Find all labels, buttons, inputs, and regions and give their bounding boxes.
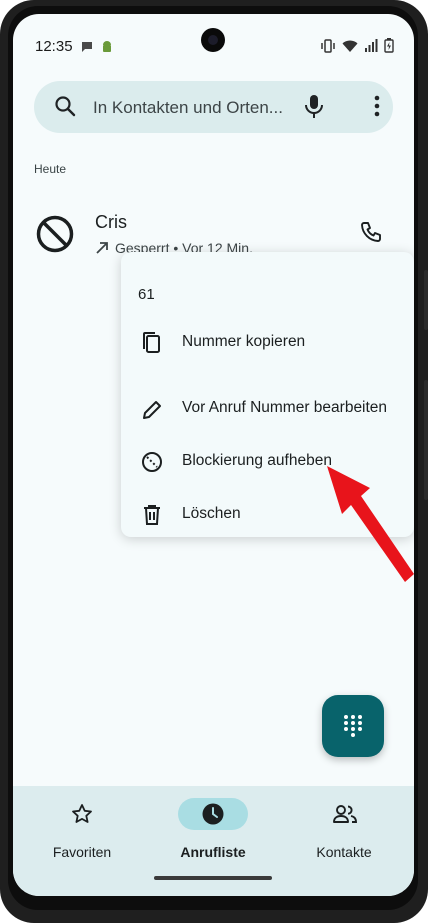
copy-icon xyxy=(143,332,160,353)
status-time: 12:35 xyxy=(35,38,73,55)
menu-item-copy-number[interactable]: Nummer kopieren xyxy=(121,318,414,368)
unblock-icon xyxy=(142,452,162,472)
nav-icon-container xyxy=(178,798,248,830)
nav-favorites[interactable]: Favoriten xyxy=(27,798,137,878)
nav-contacts[interactable]: Kontakte xyxy=(289,798,399,878)
power-button xyxy=(424,380,428,500)
menu-item-label: Nummer kopieren xyxy=(182,333,306,350)
dialpad-icon xyxy=(344,715,362,737)
nav-label: Favoriten xyxy=(52,844,112,860)
star-icon xyxy=(72,804,92,823)
search-bar[interactable] xyxy=(34,81,393,133)
battery-icon xyxy=(384,38,394,53)
people-icon xyxy=(333,805,357,823)
more-vert-icon[interactable] xyxy=(374,95,380,117)
chat-bubble-icon xyxy=(82,42,92,52)
phone-frame: 12:35 In Kontakten und Orten... Heute Cr… xyxy=(0,0,428,923)
search-icon[interactable] xyxy=(54,95,76,117)
dialpad-button[interactable] xyxy=(322,695,384,757)
search-input[interactable] xyxy=(91,94,305,122)
menu-item-label: Blockierung aufheben xyxy=(182,452,332,469)
front-camera xyxy=(201,28,225,52)
wifi-icon xyxy=(342,40,358,52)
pencil-icon xyxy=(143,401,161,419)
nav-label: Kontakte xyxy=(316,844,372,860)
blocked-icon xyxy=(36,215,74,253)
status-icons-left xyxy=(80,40,114,54)
red-arrow-annotation xyxy=(327,466,414,582)
android-icon xyxy=(103,41,111,52)
clock-icon xyxy=(202,803,224,825)
nav-icon-container xyxy=(47,798,117,830)
volume-button xyxy=(424,270,428,330)
mic-icon[interactable] xyxy=(304,94,324,120)
trash-icon xyxy=(144,505,160,525)
caller-name: Cris xyxy=(95,212,127,232)
status-icons-right xyxy=(320,38,394,53)
screen: 12:35 In Kontakten und Orten... Heute Cr… xyxy=(13,14,414,896)
home-indicator[interactable] xyxy=(154,876,272,880)
menu-item-label: Vor Anruf Nummer bearbeiten xyxy=(182,399,388,416)
nav-label: Anrufliste xyxy=(180,844,246,860)
menu-item-label: Löschen xyxy=(182,505,241,522)
nav-call-log[interactable]: Anrufliste xyxy=(158,798,268,878)
outgoing-arrow-icon xyxy=(96,242,108,254)
section-heading-today: Heute xyxy=(34,162,67,176)
menu-item-edit-number[interactable]: Vor Anruf Nummer bearbeiten xyxy=(121,384,414,434)
call-icon[interactable] xyxy=(359,220,383,244)
vibrate-icon xyxy=(321,38,335,53)
status-bar: 12:35 xyxy=(13,14,414,74)
nav-icon-container xyxy=(309,798,379,830)
signal-icon xyxy=(365,38,378,52)
menu-phone-number: 61 xyxy=(138,286,155,303)
